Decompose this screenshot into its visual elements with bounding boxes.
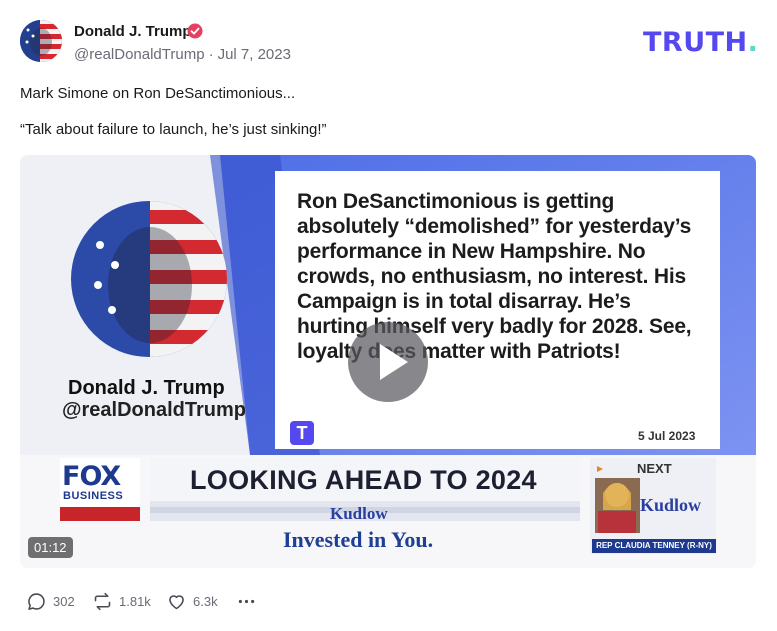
- truth-t-icon: T: [290, 421, 314, 445]
- next-show-title: Kudlow: [640, 495, 702, 515]
- author-avatar[interactable]: [20, 20, 62, 62]
- post-meta: @realDonaldTrump · Jul 7, 2023: [74, 46, 291, 63]
- card-author-name: Donald J. Trump: [68, 377, 225, 399]
- verified-badge-icon: [187, 23, 203, 39]
- show-tagline: Invested in You.: [283, 527, 434, 552]
- next-label: NEXT: [637, 461, 672, 476]
- post-date[interactable]: Jul 7, 2023: [218, 46, 291, 63]
- truth-logo[interactable]: TRUTH.: [643, 27, 758, 58]
- chyron-headline: LOOKING AHEAD TO 2024: [190, 465, 537, 495]
- retruth-button[interactable]: 1.81k: [92, 590, 151, 612]
- show-title: Kudlow: [330, 504, 388, 523]
- next-guest-caption: REP CLAUDIA TENNEY (R-NY): [592, 539, 716, 553]
- truth-logo-text: TRUTH: [643, 27, 748, 58]
- card-author-handle: @realDonaldTrump: [62, 399, 246, 421]
- reply-icon: [28, 592, 45, 610]
- truth-logo-dot: .: [747, 27, 759, 58]
- network-sub-logo: BUSINESS: [63, 490, 124, 502]
- post-text-line-1: Mark Simone on Ron DeSanctimonious...: [20, 85, 296, 102]
- video-player[interactable]: Donald J. Trump @realDonaldTrump Ron DeS…: [20, 155, 756, 568]
- author-name[interactable]: Donald J. Trump: [74, 23, 192, 40]
- reply-button[interactable]: 302: [26, 590, 75, 612]
- post-text-line-2: “Talk about failure to launch, he’s just…: [20, 121, 327, 138]
- more-options-button[interactable]: [236, 590, 263, 612]
- more-icon: [238, 599, 255, 603]
- quoted-post-date: 5 Jul 2023: [638, 429, 696, 443]
- network-logo: FOX: [62, 461, 121, 492]
- play-button[interactable]: [348, 322, 428, 402]
- truth-post: Donald J. Trump @realDonaldTrump · Jul 7, …: [0, 0, 777, 631]
- like-button[interactable]: 6.3k: [166, 590, 218, 612]
- retruth-count: 1.81k: [119, 593, 151, 609]
- meta-separator: ·: [208, 46, 214, 63]
- heart-icon: [169, 594, 184, 609]
- reply-count: 302: [53, 593, 75, 609]
- author-handle[interactable]: @realDonaldTrump: [74, 46, 205, 63]
- video-duration: 01:12: [28, 537, 73, 558]
- like-count: 6.3k: [193, 593, 218, 609]
- retruth-icon: [94, 592, 111, 610]
